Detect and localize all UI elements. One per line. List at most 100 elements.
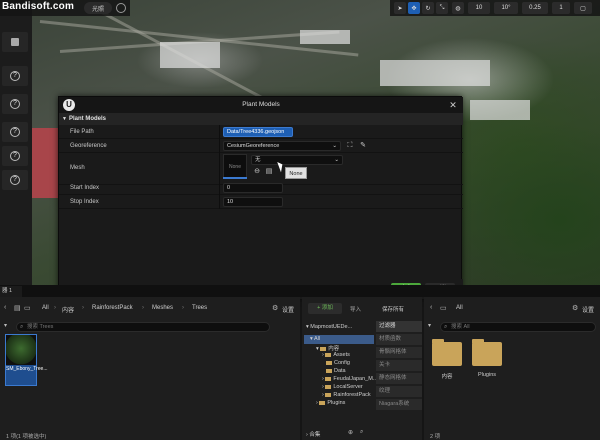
breadcrumb-separator: › xyxy=(54,305,56,311)
question-icon: ? xyxy=(10,71,20,81)
eyedropper-icon[interactable]: ✎ xyxy=(358,141,368,151)
scale-snap-button[interactable]: 0.25 xyxy=(522,2,548,14)
import-button[interactable]: 导入 xyxy=(350,305,361,313)
world-icon[interactable]: ◍ xyxy=(452,2,464,14)
search-icon: ⌕ xyxy=(20,324,24,330)
stop-index-input[interactable]: 10 xyxy=(223,197,283,207)
add-collection-icon[interactable]: ⊕ xyxy=(348,429,353,436)
add-button[interactable]: + 添加 xyxy=(308,303,342,314)
gear-icon[interactable]: ⚙ xyxy=(572,304,578,312)
help-button[interactable]: ? xyxy=(2,170,28,190)
settings-label[interactable]: 设置 xyxy=(282,305,294,314)
move-tool-icon[interactable]: ✥ xyxy=(408,2,420,14)
browse-icon[interactable]: ⛶ xyxy=(345,141,355,151)
tree-item-label: LocalServer xyxy=(333,384,363,390)
tree-item-feudaljapan[interactable]: › FeudalJapan_M... xyxy=(322,376,377,382)
content-browser-tab[interactable]: 器 1 xyxy=(0,286,22,297)
breadcrumb-item[interactable]: Meshes xyxy=(152,305,173,311)
search-placeholder: 搜索 All xyxy=(451,324,470,330)
close-icon[interactable]: ✕ xyxy=(447,99,459,111)
filter-item[interactable]: 关卡 xyxy=(376,360,422,371)
view-mode-button[interactable]: 光照 xyxy=(84,2,112,14)
history-back-icon[interactable]: ‹ xyxy=(430,304,432,311)
folder-icon xyxy=(320,346,327,351)
filters-header[interactable]: 过滤器 xyxy=(376,321,422,332)
help-button[interactable]: ? xyxy=(2,66,28,86)
folder-icon[interactable] xyxy=(432,339,462,366)
start-index-input[interactable]: 0 xyxy=(223,183,283,193)
filter-icon[interactable]: ▾ xyxy=(428,322,431,329)
filter-item[interactable]: 材质函数 xyxy=(376,334,422,345)
gear-icon[interactable]: ⚙ xyxy=(272,304,278,312)
section-header[interactable]: ▼ Plant Models xyxy=(59,113,463,125)
mesh-dropdown[interactable]: 无 ⌄ xyxy=(251,155,343,165)
settings-label[interactable]: 设置 xyxy=(582,305,594,314)
filter-item[interactable]: Niagara系统 xyxy=(376,399,422,410)
help-button[interactable]: ? xyxy=(2,122,28,142)
help-button[interactable]: ? xyxy=(2,94,28,114)
filter-item[interactable]: 静态网格体 xyxy=(376,373,422,384)
start-index-label: Start Index xyxy=(70,185,100,191)
tree-item-data[interactable]: Data xyxy=(326,368,346,374)
building xyxy=(160,42,220,68)
mesh-thumbnail[interactable]: None xyxy=(223,154,247,178)
building xyxy=(470,100,530,120)
breadcrumb-separator: › xyxy=(142,305,144,311)
breadcrumb-item[interactable]: 内容 xyxy=(62,305,74,314)
search-input[interactable]: ⌕ 搜索 Trees xyxy=(16,322,270,332)
select-tool-icon[interactable]: ➤ xyxy=(394,2,406,14)
georeference-label: Georeference xyxy=(70,143,107,149)
chevron-down-icon: ⌄ xyxy=(334,157,339,163)
toolbar-button[interactable] xyxy=(2,32,28,52)
question-icon: ? xyxy=(10,151,20,161)
tree-item-label: FeudalJapan_M... xyxy=(333,376,378,382)
building xyxy=(300,30,350,44)
breadcrumb-item[interactable]: RainforestPack xyxy=(92,305,133,311)
tree-item-assets[interactable]: › Assets xyxy=(322,352,350,358)
tree-item-localserver[interactable]: › LocalServer xyxy=(322,384,363,390)
tree-item-all[interactable]: ▾ All xyxy=(310,336,320,342)
tree-item-plugins[interactable]: › Plugins xyxy=(316,400,345,406)
project-root[interactable]: ▾ MapmostUEDe... xyxy=(306,324,352,330)
angle-snap-button[interactable]: 10° xyxy=(494,2,518,14)
collections-header[interactable]: › 合集 xyxy=(306,430,320,438)
file-path-input[interactable]: Data/Tree4336.geojson xyxy=(223,127,293,137)
tree-item-config[interactable]: Config xyxy=(326,360,350,366)
filter-item[interactable]: 纹理 xyxy=(376,386,422,397)
breadcrumb-item[interactable]: All xyxy=(42,305,49,311)
folder-icon[interactable]: ▭ xyxy=(24,304,31,312)
folder-icon xyxy=(325,352,332,357)
tree-item-rainforestpack[interactable]: › RainforestPack xyxy=(322,392,371,398)
chevron-down-icon: ⌄ xyxy=(332,143,337,149)
filter-item[interactable]: 骨骼网格体 xyxy=(376,347,422,358)
status-text: 2 项 xyxy=(430,434,441,440)
settings-icon[interactable] xyxy=(116,3,126,13)
history-back-icon[interactable]: ‹ xyxy=(4,304,6,311)
help-button[interactable]: ? xyxy=(2,146,28,166)
camera-speed-button[interactable]: 1 xyxy=(552,2,570,14)
georeference-dropdown[interactable]: CesiumGeoreference ⌄ xyxy=(223,141,341,151)
search-input[interactable]: ⌕ 搜索 All xyxy=(440,322,596,332)
breadcrumb-item[interactable]: All xyxy=(456,305,463,311)
scale-tool-icon[interactable]: ⤡ xyxy=(436,2,448,14)
grid-snap-button[interactable]: 10 xyxy=(468,2,490,14)
search-icon[interactable]: ⌕ xyxy=(360,429,363,436)
breadcrumb-item[interactable]: Trees xyxy=(192,305,207,311)
use-selected-icon[interactable]: ⊖ xyxy=(252,167,262,177)
browse-folder-icon[interactable]: ▤ xyxy=(264,167,274,177)
viewport-options-button[interactable]: ▢ xyxy=(574,2,592,14)
save-all-button[interactable]: 保存所有 xyxy=(382,305,404,313)
watermark: Bandisoft.com xyxy=(2,1,75,12)
tree-item-content[interactable]: ▾ 内容 xyxy=(316,344,339,352)
folder-icon[interactable]: ▭ xyxy=(440,304,447,312)
search-placeholder: 搜索 Trees xyxy=(27,324,54,330)
filter-icon[interactable]: ▾ xyxy=(4,322,7,329)
folder-icon[interactable] xyxy=(472,339,502,366)
search-icon: ⌕ xyxy=(444,324,448,330)
rotate-tool-icon[interactable]: ↻ xyxy=(422,2,434,14)
folder-tree-icon[interactable]: ▤ xyxy=(14,304,21,312)
mesh-label: Mesh xyxy=(70,165,85,171)
folder-icon xyxy=(326,360,332,365)
add-label: 添加 xyxy=(321,305,333,311)
tree-item-label: RainforestPack xyxy=(333,392,371,398)
